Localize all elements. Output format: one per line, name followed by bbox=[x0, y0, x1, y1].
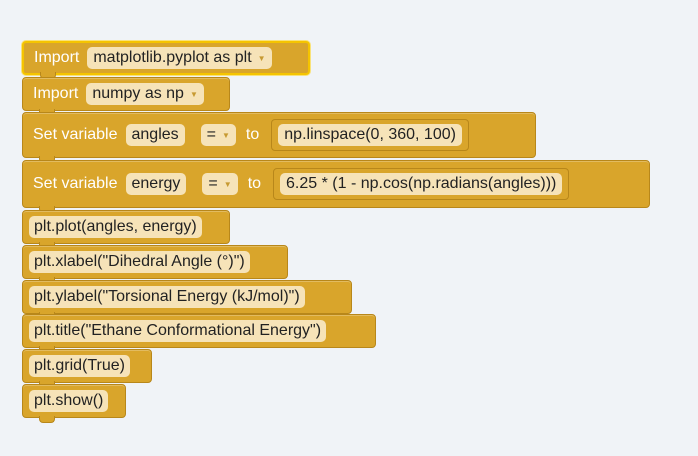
value-code-block[interactable]: np.linspace(0, 360, 100) bbox=[271, 119, 469, 151]
to-keyword: to bbox=[247, 175, 262, 192]
value-code-field[interactable]: 6.25 * (1 - np.cos(np.radians(angles))) bbox=[280, 173, 563, 195]
set-variable-angles-block[interactable]: Set variable angles = ▼ to np.linspace(0… bbox=[22, 112, 536, 163]
operator-dropdown[interactable]: = ▼ bbox=[202, 173, 238, 195]
import-module-dropdown[interactable]: matplotlib.pyplot as plt ▼ bbox=[87, 47, 272, 69]
code-field[interactable]: plt.grid(True) bbox=[29, 355, 130, 377]
set-variable-energy-block[interactable]: Set variable energy = ▼ to 6.25 * (1 - n… bbox=[22, 160, 650, 213]
variable-name-field[interactable]: angles bbox=[125, 124, 185, 146]
code-block-ylabel[interactable]: plt.ylabel("Torsional Energy (kJ/mol)") bbox=[22, 280, 352, 319]
code-field[interactable]: plt.show() bbox=[29, 390, 109, 412]
code-field[interactable]: plt.plot(angles, energy) bbox=[29, 216, 202, 238]
variable-name-value: energy bbox=[131, 175, 181, 192]
to-keyword: to bbox=[245, 126, 260, 143]
variable-name-field[interactable]: energy bbox=[125, 173, 187, 195]
code-block-plot[interactable]: plt.plot(angles, energy) bbox=[22, 210, 230, 249]
import-module-dropdown[interactable]: numpy as np ▼ bbox=[86, 83, 204, 105]
set-variable-keyword: Set variable bbox=[33, 126, 118, 143]
operator-dropdown[interactable]: = ▼ bbox=[200, 124, 236, 146]
import-numpy-block[interactable]: Import numpy as np ▼ bbox=[22, 77, 230, 116]
dropdown-arrow-icon: ▼ bbox=[257, 53, 266, 63]
import-matplotlib-block[interactable]: Import matplotlib.pyplot as plt ▼ bbox=[22, 41, 310, 79]
code-block-grid[interactable]: plt.grid(True) bbox=[22, 349, 152, 388]
set-variable-keyword: Set variable bbox=[33, 175, 118, 192]
operator-value: = bbox=[208, 175, 218, 192]
code-block-show[interactable]: plt.show() bbox=[22, 384, 126, 423]
code-block-title[interactable]: plt.title("Ethane Conformational Energy"… bbox=[22, 314, 376, 353]
dropdown-arrow-icon: ▼ bbox=[222, 130, 230, 140]
variable-name-value: angles bbox=[131, 126, 179, 143]
code-field[interactable]: plt.xlabel("Dihedral Angle (°)") bbox=[29, 251, 250, 273]
import-module-value: numpy as np bbox=[92, 85, 184, 102]
value-code-field[interactable]: np.linspace(0, 360, 100) bbox=[278, 124, 462, 146]
operator-value: = bbox=[206, 126, 216, 143]
import-keyword: Import bbox=[33, 85, 79, 102]
code-field[interactable]: plt.title("Ethane Conformational Energy"… bbox=[29, 320, 327, 342]
dropdown-arrow-icon: ▼ bbox=[189, 89, 198, 99]
code-field[interactable]: plt.ylabel("Torsional Energy (kJ/mol)") bbox=[29, 286, 305, 308]
value-code-block[interactable]: 6.25 * (1 - np.cos(np.radians(angles))) bbox=[273, 168, 570, 200]
code-block-xlabel[interactable]: plt.xlabel("Dihedral Angle (°)") bbox=[22, 245, 288, 284]
import-keyword: Import bbox=[34, 49, 80, 66]
dropdown-arrow-icon: ▼ bbox=[223, 179, 232, 189]
import-module-value: matplotlib.pyplot as plt bbox=[93, 49, 252, 66]
